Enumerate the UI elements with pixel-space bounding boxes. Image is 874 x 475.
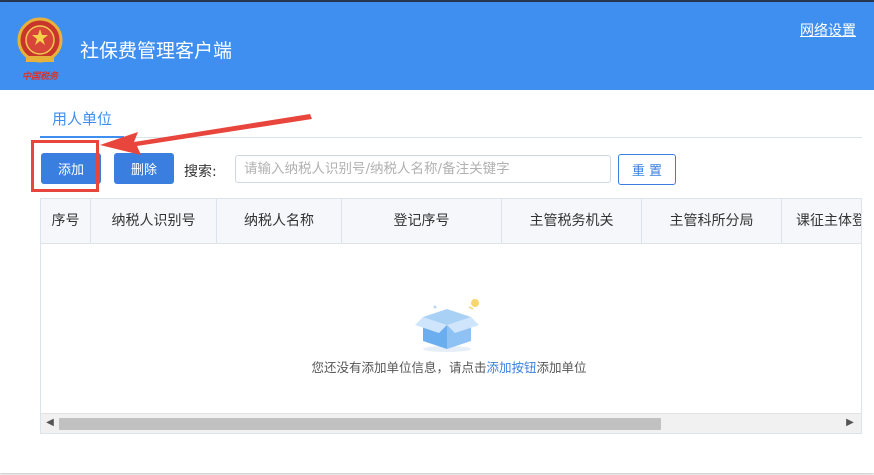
empty-state-message: 您还没有添加单位信息，请点击添加按钮添加单位 xyxy=(41,357,857,376)
empty-add-link[interactable]: 添加按钮 xyxy=(486,360,536,375)
app-window: 中国税务 社保费管理客户端 网络设置 用人单位 添加 删除 搜索: 重 置 序号… xyxy=(0,2,874,473)
column-header-tax-authority[interactable]: 主管税务机关 xyxy=(502,199,642,244)
search-input[interactable] xyxy=(235,155,611,183)
column-header-taxpayer-name[interactable]: 纳税人名称 xyxy=(217,199,342,244)
app-title: 社保费管理客户端 xyxy=(80,40,233,62)
scroll-right-arrow-icon[interactable]: ▶ xyxy=(843,416,857,430)
title-bar: 中国税务 社保费管理客户端 网络设置 xyxy=(0,2,874,90)
annotation-highlight-box xyxy=(31,140,99,192)
table-header: 序号 纳税人识别号 纳税人名称 登记序号 主管税务机关 主管科所分局 课征主体登 xyxy=(41,199,861,244)
empty-box-icon xyxy=(415,299,479,352)
search-label: 搜索: xyxy=(184,164,217,180)
tab-employer[interactable]: 用人单位 xyxy=(40,102,125,138)
column-header-taxpayer-id[interactable]: 纳税人识别号 xyxy=(91,199,217,244)
scroll-thumb[interactable] xyxy=(59,418,661,430)
empty-text-after: 添加单位 xyxy=(536,360,587,375)
tax-emblem-icon: 中国税务 xyxy=(17,17,63,82)
tab-bar: 用人单位 xyxy=(40,102,862,138)
employer-table: 序号 纳税人识别号 纳税人名称 登记序号 主管税务机关 主管科所分局 课征主体登… xyxy=(40,198,862,434)
empty-text-before: 您还没有添加单位信息，请点击 xyxy=(311,360,487,375)
horizontal-scrollbar[interactable]: ◀ ▶ xyxy=(41,413,861,433)
reset-button[interactable]: 重 置 xyxy=(618,154,676,185)
column-header-levy-subject[interactable]: 课征主体登 xyxy=(782,199,861,244)
network-settings-link[interactable]: 网络设置 xyxy=(800,20,856,40)
delete-button[interactable]: 删除 xyxy=(114,153,174,184)
column-header-tax-branch[interactable]: 主管科所分局 xyxy=(642,199,782,244)
logo-caption: 中国税务 xyxy=(22,71,60,82)
column-header-registration-no[interactable]: 登记序号 xyxy=(342,199,502,244)
column-header-index[interactable]: 序号 xyxy=(41,199,91,244)
toolbar: 添加 删除 搜索: 重 置 xyxy=(40,152,862,186)
scroll-left-arrow-icon[interactable]: ◀ xyxy=(43,416,57,430)
